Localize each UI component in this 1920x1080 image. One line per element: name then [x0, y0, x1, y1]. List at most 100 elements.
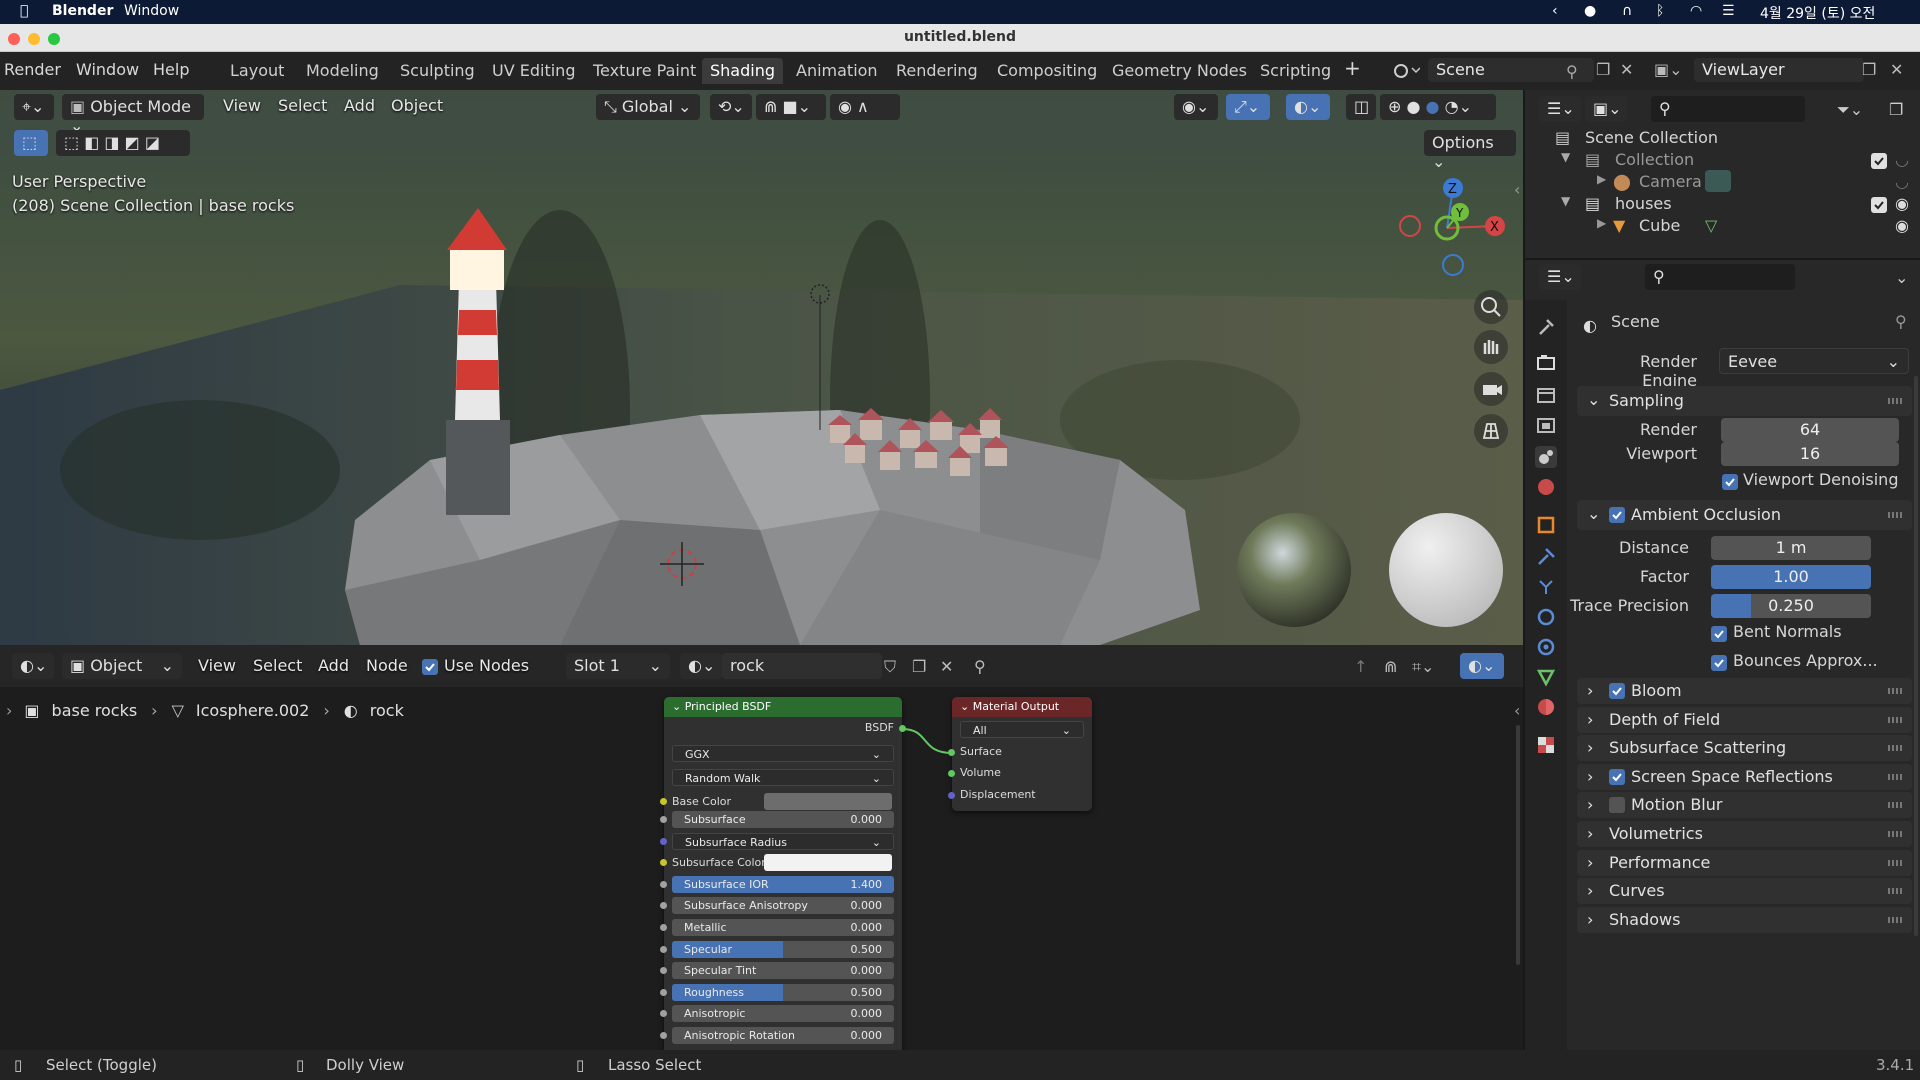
scene-selector-icon[interactable]	[1392, 59, 1422, 83]
viewport-menu-view[interactable]: View	[223, 96, 261, 115]
object-tab-icon[interactable]	[1535, 514, 1557, 536]
drag-handle-icon[interactable]	[1888, 802, 1902, 809]
scene-tab-icon[interactable]	[1535, 446, 1557, 468]
select-tool-icon[interactable]: ⬚	[14, 130, 48, 156]
ao-factor-field[interactable]: 1.00	[1711, 565, 1871, 589]
3d-viewport[interactable]: ⌖⌄ ▣ Object Mode ⌄ View Select Add Objec…	[0, 90, 1523, 645]
drag-handle-icon[interactable]	[1888, 512, 1902, 518]
panel-performance[interactable]: › Performance	[1577, 849, 1912, 876]
volume-socket[interactable]	[948, 770, 955, 777]
output-target-dropdown[interactable]: All ⌄	[960, 721, 1084, 738]
view-layer-tab-icon[interactable]	[1535, 414, 1557, 436]
bsdf-input-socket[interactable]	[660, 816, 667, 823]
tab-rendering[interactable]: Rendering	[888, 58, 986, 84]
particles-tab-icon[interactable]	[1535, 576, 1557, 598]
viewport-menu-object[interactable]: Object	[391, 96, 443, 115]
tool-tab-icon[interactable]	[1535, 316, 1557, 338]
snap-icon[interactable]: ⋒ ■⌄	[756, 94, 826, 120]
bsdf-input-socket[interactable]	[660, 945, 667, 953]
bsdf-field-subsurface[interactable]: Subsurface 0.000	[672, 811, 894, 828]
pivot-point-icon[interactable]: ⟲⌄	[710, 94, 752, 120]
properties-search-input[interactable]: ⚲	[1645, 264, 1795, 290]
panel-subsurface-scattering[interactable]: › Subsurface Scattering	[1577, 735, 1912, 762]
outliner-camera[interactable]: Camera	[1639, 172, 1702, 191]
outliner-scene-collection[interactable]: Scene Collection	[1585, 128, 1718, 147]
viewport-samples-field[interactable]: 16	[1721, 442, 1899, 466]
render-engine-dropdown[interactable]: Eevee ⌄	[1719, 348, 1909, 374]
bsdf-field-anisotropic[interactable]: Anisotropic 0.000	[672, 1005, 894, 1023]
transform-orientation-dropdown[interactable]: ⤡ Global ⌄	[596, 94, 700, 120]
panel-curves[interactable]: › Curves	[1577, 878, 1912, 905]
zoom-icon[interactable]	[1474, 290, 1508, 324]
panel-depth-of-field[interactable]: › Depth of Field	[1577, 706, 1912, 733]
bluetooth-icon[interactable]: ᛒ	[1656, 3, 1664, 19]
collection-include-checkbox[interactable]	[1871, 153, 1887, 169]
base-color-swatch[interactable]	[764, 793, 892, 810]
camera-view-icon[interactable]	[1474, 372, 1508, 406]
delete-scene-icon[interactable]: ✕	[1620, 60, 1633, 79]
view-layer-field[interactable]: ViewLayer	[1694, 58, 1864, 82]
bsdf-field-specular-tint[interactable]: Specular Tint 0.000	[672, 962, 894, 980]
camera-data-icon[interactable]	[1705, 170, 1731, 192]
eye-icon[interactable]: ◉	[1895, 216, 1909, 235]
drag-handle-icon[interactable]	[1888, 398, 1902, 404]
panel-enable-checkbox[interactable]	[1609, 683, 1625, 699]
menu-render[interactable]: Render	[4, 60, 61, 79]
bsdf-field-specular[interactable]: Specular 0.500	[672, 940, 894, 958]
bsdf-input-socket[interactable]	[660, 1010, 667, 1018]
principled-bsdf-node[interactable]: ⌄ Principled BSDF BSDF GGX ⌄ Random Walk ⌄…	[660, 697, 906, 1050]
panel-screen-space-reflections[interactable]: › Screen Space Reflections	[1577, 763, 1912, 790]
subsurface-method-dropdown[interactable]: Random Walk ⌄	[672, 769, 894, 786]
panel-enable-checkbox[interactable]	[1609, 768, 1625, 785]
distribution-dropdown[interactable]: GGX ⌄	[672, 745, 894, 762]
world-tab-icon[interactable]	[1535, 476, 1557, 498]
drag-handle-icon[interactable]	[1888, 888, 1902, 895]
bsdf-input-socket[interactable]	[660, 837, 667, 845]
bsdf-field-subsurface-ior[interactable]: Subsurface IOR 1.400	[672, 875, 894, 893]
expand-icon[interactable]: ▶	[1597, 172, 1606, 186]
pin-context-icon[interactable]: ⚲	[1895, 312, 1907, 331]
drag-handle-icon[interactable]	[1888, 916, 1902, 923]
pin-icon[interactable]: ⚲	[1566, 62, 1578, 81]
tab-scripting[interactable]: Scripting	[1252, 58, 1339, 84]
tab-uv-editing[interactable]: UV Editing	[484, 58, 583, 84]
ao-distance-field[interactable]: 1 m	[1711, 536, 1871, 560]
ao-trace-precision-field[interactable]: 0.250	[1711, 594, 1871, 618]
tab-texture-paint[interactable]: Texture Paint	[585, 58, 704, 84]
outliner-search-input[interactable]: ⚲	[1651, 96, 1805, 122]
material-output-node[interactable]: ⌄ Material Output All ⌄ Surface Volume Di…	[948, 697, 1092, 811]
drag-handle-icon[interactable]	[1888, 688, 1902, 694]
tab-compositing[interactable]: Compositing	[989, 58, 1105, 84]
editor-type-icon[interactable]: ⌖⌄	[14, 94, 54, 120]
headphones-icon[interactable]: ∩	[1622, 3, 1632, 19]
eye-hidden-icon[interactable]: ◡	[1895, 172, 1909, 191]
gizmo-toggle-icon[interactable]: ⤢⌄	[1226, 94, 1270, 120]
drag-handle-icon[interactable]	[1888, 773, 1902, 780]
houses-include-checkbox[interactable]	[1871, 197, 1887, 213]
expand-icon[interactable]: ▼	[1561, 150, 1570, 164]
visibility-icon[interactable]: ◉⌄	[1174, 94, 1218, 120]
filter-icon[interactable]: ⏷⌄	[1837, 100, 1863, 120]
base-color-socket[interactable]	[660, 798, 667, 805]
mesh-data-icon[interactable]: ▽	[1705, 216, 1717, 235]
panel-volumetrics[interactable]: › Volumetrics	[1577, 821, 1912, 847]
output-node-header[interactable]: ⌄ Material Output	[952, 697, 1092, 717]
delete-view-layer-icon[interactable]: ✕	[1890, 60, 1903, 79]
xray-icon[interactable]: ◫	[1346, 94, 1376, 120]
bsdf-field-metallic[interactable]: Metallic 0.000	[672, 919, 894, 936]
data-tab-icon[interactable]	[1535, 666, 1557, 688]
properties-editor[interactable]: ☰⌄ ⚲ ⌄ ◐ Scene ⚲ Render Engine Eevee ⌄ ⌄ …	[1523, 258, 1920, 1052]
viewport-menu-add[interactable]: Add	[344, 96, 375, 115]
bsdf-input-socket[interactable]	[660, 902, 667, 910]
physics-tab-icon[interactable]	[1535, 606, 1557, 628]
eye-icon[interactable]: ◉	[1895, 194, 1909, 213]
tab-layout[interactable]: Layout	[222, 58, 292, 84]
bsdf-node-header[interactable]: ⌄ Principled BSDF	[664, 697, 902, 717]
outliner-collection[interactable]: Collection	[1615, 150, 1694, 169]
drag-handle-icon[interactable]	[1888, 745, 1902, 752]
texture-tab-icon[interactable]	[1535, 734, 1557, 756]
shader-editor[interactable]: ◐⌄ ▣ Object ⌄ View Select Add Node Use N…	[0, 645, 1523, 1050]
panel-bloom[interactable]: › Bloom	[1577, 678, 1912, 704]
bsdf-input-socket[interactable]	[660, 1032, 667, 1039]
outliner[interactable]: ☰⌄ ▣⌄ ⚲ ⏷⌄ ❐ ▤ Scene Collection ▼ ▤ Coll…	[1523, 90, 1920, 258]
